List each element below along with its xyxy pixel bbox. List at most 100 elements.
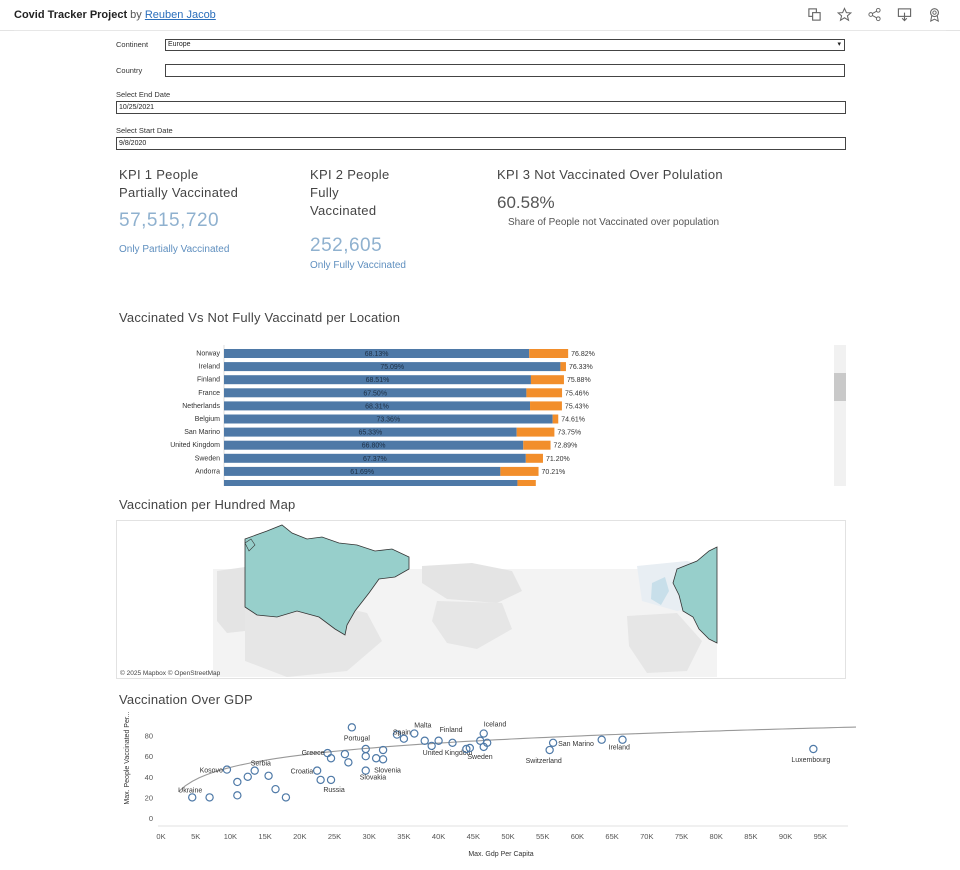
scatter-point[interactable] xyxy=(361,752,370,761)
share-icon[interactable] xyxy=(867,7,882,22)
bar-not-fully[interactable] xyxy=(525,453,543,463)
kpi3-title: KPI 3 Not Vaccinated Over Polulation xyxy=(497,167,723,182)
star-icon[interactable] xyxy=(836,7,853,22)
title-text: Covid Tracker Project xyxy=(14,9,128,21)
category-label: Belgium xyxy=(195,416,220,423)
x-tick-label: 80K xyxy=(710,832,723,841)
scatter-point[interactable] xyxy=(233,791,242,800)
country-input[interactable] xyxy=(165,64,845,77)
bar-not-fully[interactable] xyxy=(516,427,555,437)
bar-not-fully[interactable] xyxy=(517,480,536,486)
point-label: Luxembourg xyxy=(791,757,830,764)
scatter-point[interactable] xyxy=(233,777,242,787)
scatter-point[interactable] xyxy=(188,793,197,802)
scatter-point[interactable] xyxy=(371,754,381,763)
data-label-vaccinated: 67.37% xyxy=(363,456,387,463)
point-label: Slovakia xyxy=(360,775,387,782)
kpi3-subtitle: Share of People not Vaccinated over popu… xyxy=(508,217,720,228)
scatter-point[interactable] xyxy=(420,736,429,745)
continent-dropdown[interactable]: Europe ▾ xyxy=(165,39,845,51)
data-label-total: 72.89% xyxy=(554,443,578,450)
scatter-point[interactable] xyxy=(618,735,627,744)
header-bar: Covid Tracker Project by Reuben Jacob xyxy=(0,0,960,31)
x-tick-label: 30K xyxy=(363,832,376,841)
scatter-point[interactable] xyxy=(243,772,252,782)
data-label-vaccinated: 66.80% xyxy=(362,443,386,450)
scatter-point[interactable] xyxy=(410,729,419,738)
map-svg xyxy=(213,524,718,677)
data-label-vaccinated: 68.51% xyxy=(366,377,390,384)
x-tick-label: 85K xyxy=(744,832,757,841)
kpi1-title: KPI 1 People Partially Vaccinated xyxy=(119,166,238,202)
x-tick-label: 25K xyxy=(328,832,341,841)
data-label-total: 74.61% xyxy=(561,417,585,424)
start-date-input[interactable]: 9/8/2020 xyxy=(116,137,846,150)
scatter-point[interactable] xyxy=(264,771,273,780)
scatter-point[interactable] xyxy=(316,775,325,785)
scatter-point[interactable] xyxy=(326,754,336,763)
x-tick-label: 45K xyxy=(467,832,480,841)
scatter-point[interactable] xyxy=(271,784,280,794)
data-label-vaccinated: 61.69% xyxy=(350,469,374,476)
duplicate-icon[interactable] xyxy=(807,7,822,22)
by-text: by xyxy=(130,9,142,21)
bar-not-fully[interactable] xyxy=(560,362,566,372)
y-tick-label: 20 xyxy=(145,793,153,802)
scatter-point[interactable] xyxy=(347,723,357,732)
data-label-vaccinated: 68.31% xyxy=(365,403,389,410)
y-tick-label: 0 xyxy=(149,814,153,823)
bar-not-fully[interactable] xyxy=(530,375,564,385)
point-label: Sweden xyxy=(467,754,492,761)
kpi2-title: KPI 2 People Fully Vaccinated xyxy=(310,166,390,220)
end-date-input[interactable]: 10/25/2021 xyxy=(116,101,846,114)
kpi1-title-line1: KPI 1 People xyxy=(119,167,199,182)
category-label: United Kingdom xyxy=(170,442,220,449)
bar-chart[interactable]: LocationNorway68.13%76.82%Ireland75.09%7… xyxy=(116,345,846,486)
bar-vaccinated[interactable] xyxy=(224,480,518,486)
point-label: San Marino xyxy=(558,741,594,748)
scrollbar-track[interactable] xyxy=(834,345,846,486)
scatter-point[interactable] xyxy=(222,765,232,774)
bar-not-fully[interactable] xyxy=(530,401,562,411)
scatter-point[interactable] xyxy=(597,735,606,744)
scatter-point[interactable] xyxy=(545,745,554,755)
scatter-point[interactable] xyxy=(479,729,488,738)
scatter-point[interactable] xyxy=(312,766,322,775)
scatter-point[interactable] xyxy=(340,749,350,759)
point-label: Iceland xyxy=(484,722,507,729)
scatter-point[interactable] xyxy=(809,744,818,754)
point-label: Switzerland xyxy=(526,758,562,765)
bar-not-fully[interactable] xyxy=(526,388,563,398)
scatter-point[interactable] xyxy=(378,755,388,764)
scatter-point[interactable] xyxy=(281,793,291,802)
data-label-total: 76.33% xyxy=(569,364,593,371)
header-divider xyxy=(14,30,946,31)
x-tick-label: 70K xyxy=(640,832,653,841)
bar-not-fully[interactable] xyxy=(529,349,569,358)
scatter-title: Vaccination Over GDP xyxy=(119,692,253,707)
bar-not-fully[interactable] xyxy=(523,440,551,450)
download-icon[interactable] xyxy=(897,7,912,22)
bar-not-fully[interactable] xyxy=(552,414,559,424)
scatter-point[interactable] xyxy=(326,775,336,785)
badge-icon[interactable] xyxy=(927,7,942,22)
bar-not-fully[interactable] xyxy=(500,466,539,476)
author-link[interactable]: Reuben Jacob xyxy=(145,9,216,21)
point-label: Kosovo xyxy=(200,768,223,775)
end-date-label: Select End Date xyxy=(116,90,171,99)
continent-label: Continent xyxy=(116,40,149,49)
vaccination-map[interactable]: © 2025 Mapbox © OpenStreetMap xyxy=(116,520,846,679)
point-label: Ukraine xyxy=(178,787,202,794)
scatter-point[interactable] xyxy=(250,766,259,775)
continent-value: Europe xyxy=(168,41,191,48)
point-label: Slovenia xyxy=(374,767,401,774)
scatter-chart[interactable]: 0 20 40 60 80 0K 5K 10K 15K 20K 25K 30K 35K 40K 45K 50K… xyxy=(116,710,859,865)
scatter-point[interactable] xyxy=(344,758,353,767)
scatter-point[interactable] xyxy=(323,748,332,758)
x-tick-label: 0K xyxy=(156,832,165,841)
scatter-point[interactable] xyxy=(361,766,370,775)
scatter-point[interactable] xyxy=(548,738,558,748)
scrollbar-thumb[interactable] xyxy=(834,373,846,401)
scatter-point[interactable] xyxy=(205,793,214,802)
data-label-vaccinated: 75.09% xyxy=(380,364,404,371)
